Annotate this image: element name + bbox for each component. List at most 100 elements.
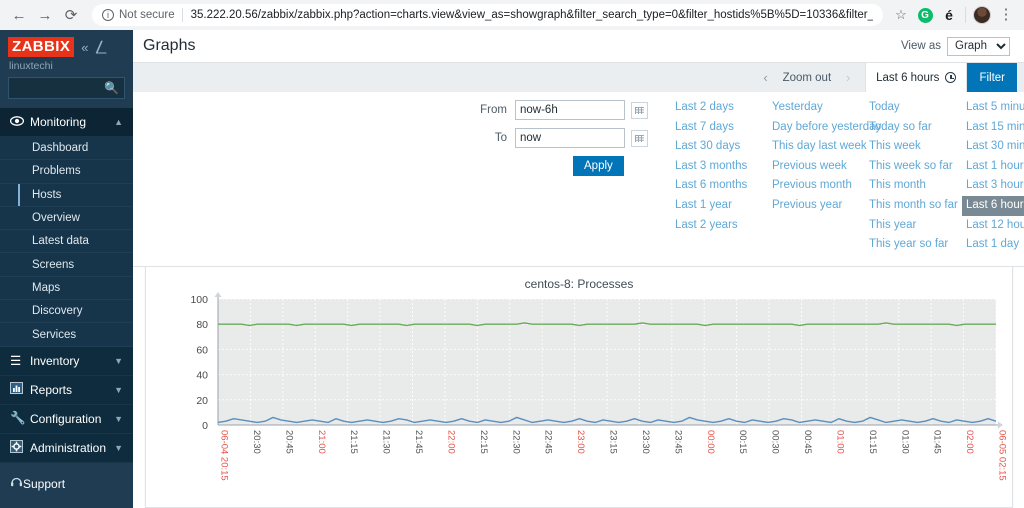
preset-item[interactable]: Last 1 year bbox=[673, 196, 770, 216]
svg-text:22:00: 22:00 bbox=[445, 430, 456, 454]
filter-tab[interactable]: Filter bbox=[967, 62, 1017, 93]
calendar-icon[interactable] bbox=[631, 101, 648, 119]
preset-item[interactable]: Last 30 minutes bbox=[964, 137, 1024, 157]
graph-card: centos-8: Processes 0 20 40 60 80 100 06-04 20… bbox=[145, 266, 1013, 508]
preset-item[interactable]: This week so far bbox=[867, 157, 964, 177]
preset-item[interactable]: Yesterday bbox=[770, 98, 867, 118]
sidebar-item-services[interactable]: Services bbox=[0, 323, 133, 347]
to-input[interactable] bbox=[515, 128, 625, 148]
preset-item[interactable]: This month bbox=[867, 176, 964, 196]
preset-item[interactable]: This year so far bbox=[867, 235, 964, 255]
preset-item[interactable]: Last 1 hour bbox=[964, 157, 1024, 177]
preset-item[interactable]: Previous month bbox=[770, 176, 867, 196]
browser-toolbar: ← → ⟳ i Not secure 35.222.20.56/zabbix/z… bbox=[0, 0, 1024, 30]
sidebar-section-administration[interactable]: Administration ▼ bbox=[0, 433, 133, 463]
clock-icon bbox=[945, 72, 957, 83]
svg-text:100: 100 bbox=[190, 294, 208, 306]
forward-arrow-icon[interactable]: → bbox=[32, 2, 58, 28]
svg-text:23:30: 23:30 bbox=[640, 430, 651, 454]
preset-item[interactable]: Day before yesterday bbox=[770, 118, 881, 138]
view-as-label: View as bbox=[900, 40, 941, 52]
preset-item[interactable]: Today so far bbox=[867, 118, 964, 138]
sidebar-section-inventory[interactable]: ☰ Inventory ▼ bbox=[0, 346, 133, 376]
site-info-icon[interactable]: i bbox=[102, 9, 114, 21]
time-filter-panel: From To Apply Last 2 daysLast 7 daysLast… bbox=[133, 92, 1024, 267]
double-chevron-left-icon[interactable]: « bbox=[81, 40, 88, 55]
sidebar-item-discovery[interactable]: Discovery bbox=[0, 300, 133, 324]
sidebar-section-label: Configuration bbox=[30, 411, 102, 426]
monitoring-submenu: Dashboard Problems Hosts Overview Latest… bbox=[0, 137, 133, 347]
sidebar-item-screens[interactable]: Screens bbox=[0, 253, 133, 277]
url-text: 35.222.20.56/zabbix/zabbix.php?action=ch… bbox=[190, 9, 873, 21]
preset-item[interactable]: This year bbox=[867, 216, 964, 236]
preset-item[interactable]: Last 2 days bbox=[673, 98, 770, 118]
sidebar-section-reports[interactable]: Reports ▼ bbox=[0, 375, 133, 405]
preset-spacer bbox=[770, 216, 867, 236]
preset-item[interactable]: Last 7 days bbox=[673, 118, 770, 138]
preset-item[interactable]: Last 1 day bbox=[964, 235, 1024, 255]
search-input[interactable]: 🔍 bbox=[8, 77, 125, 99]
sidebar-item-hosts[interactable]: Hosts bbox=[0, 183, 133, 207]
preset-item[interactable]: Previous week bbox=[770, 157, 867, 177]
preset-item[interactable]: This month so far bbox=[867, 196, 964, 216]
preset-item[interactable]: Last 3 months bbox=[673, 157, 770, 177]
sidebar-item-support[interactable]: Support bbox=[0, 470, 133, 498]
kebab-menu-icon[interactable]: ⋮ bbox=[994, 3, 1018, 27]
sidebar-item-latest-data[interactable]: Latest data bbox=[0, 230, 133, 254]
preset-item[interactable]: Previous year bbox=[770, 196, 867, 216]
sidebar-item-overview[interactable]: Overview bbox=[0, 207, 133, 231]
chevron-down-icon[interactable]: ▼ bbox=[114, 443, 133, 453]
sidebar-section-monitoring[interactable]: Monitoring ▲ bbox=[0, 108, 133, 137]
calendar-icon[interactable] bbox=[631, 129, 648, 147]
chevron-down-icon[interactable]: ▼ bbox=[114, 385, 133, 395]
sidebar-item-label: Dashboard bbox=[32, 142, 89, 155]
sidebar-section-configuration[interactable]: 🔧 Configuration ▼ bbox=[0, 404, 133, 434]
sidebar-item-dashboard[interactable]: Dashboard bbox=[0, 137, 133, 161]
svg-text:20:30: 20:30 bbox=[251, 430, 262, 454]
sidebar-item-problems[interactable]: Problems bbox=[0, 160, 133, 184]
extension-green-icon[interactable]: G bbox=[913, 3, 937, 27]
sidebar-divider bbox=[0, 463, 133, 470]
preset-column-3: Today Today so far This week This week so f… bbox=[867, 98, 964, 255]
chevron-up-icon[interactable]: ▲ bbox=[114, 117, 133, 127]
reload-icon[interactable]: ⟳ bbox=[58, 2, 84, 28]
security-status-label: Not secure bbox=[119, 9, 175, 21]
zabbix-sidebar: ZABBIX « ⎳ linuxtechi 🔍 Monitoring ▲ Das… bbox=[0, 30, 133, 508]
chevron-left-icon[interactable]: ‹ bbox=[755, 70, 777, 85]
avatar[interactable] bbox=[970, 3, 994, 27]
preset-item[interactable]: Last 2 years bbox=[673, 216, 770, 236]
preset-item[interactable]: Last 3 hours bbox=[964, 176, 1024, 196]
chart-canvas[interactable]: 0 20 40 60 80 100 06-04 20:15 20:30 20:45 21:00 21… bbox=[146, 291, 1012, 506]
svg-text:22:45: 22:45 bbox=[543, 430, 554, 454]
preset-item[interactable]: Last 5 minutes bbox=[964, 98, 1024, 118]
zoom-out-button[interactable]: Zoom out bbox=[777, 72, 838, 84]
preset-item[interactable]: Today bbox=[867, 98, 964, 118]
star-icon[interactable]: ☆ bbox=[889, 3, 913, 27]
toolbar-divider bbox=[965, 7, 966, 23]
sidebar-item-maps[interactable]: Maps bbox=[0, 277, 133, 301]
preset-item[interactable]: Last 6 months bbox=[673, 176, 770, 196]
svg-text:01:30: 01:30 bbox=[899, 430, 910, 454]
apply-button[interactable]: Apply bbox=[573, 156, 624, 176]
zabbix-logo[interactable]: ZABBIX bbox=[8, 37, 75, 57]
chevron-down-icon[interactable]: ▼ bbox=[114, 356, 133, 366]
view-as-select[interactable]: GraphValues bbox=[947, 36, 1010, 56]
chevron-down-icon[interactable]: ▼ bbox=[114, 414, 133, 424]
preset-item[interactable]: Last 12 hours bbox=[964, 216, 1024, 236]
extension-dark-icon[interactable]: é bbox=[937, 3, 961, 27]
from-input[interactable] bbox=[515, 100, 625, 120]
preset-item[interactable]: Last 6 hours bbox=[962, 195, 1024, 216]
filter-label: Filter bbox=[979, 71, 1005, 84]
sidebar-item-label: Hosts bbox=[32, 188, 62, 201]
svg-text:00:30: 00:30 bbox=[770, 430, 781, 454]
preset-item[interactable]: Last 15 minutes bbox=[964, 118, 1024, 138]
svg-text:20:45: 20:45 bbox=[283, 430, 294, 454]
collapse-view-icon[interactable]: ⎳ bbox=[95, 39, 106, 55]
back-arrow-icon[interactable]: ← bbox=[6, 2, 32, 28]
preset-item[interactable]: This week bbox=[867, 137, 964, 157]
preset-item[interactable]: Last 30 days bbox=[673, 137, 770, 157]
preset-item[interactable]: This day last week bbox=[770, 137, 867, 157]
time-range-tab[interactable]: Last 6 hours bbox=[865, 62, 968, 93]
address-bar[interactable]: i Not secure 35.222.20.56/zabbix/zabbix.… bbox=[92, 4, 883, 26]
chevron-right-icon[interactable]: › bbox=[837, 70, 859, 85]
